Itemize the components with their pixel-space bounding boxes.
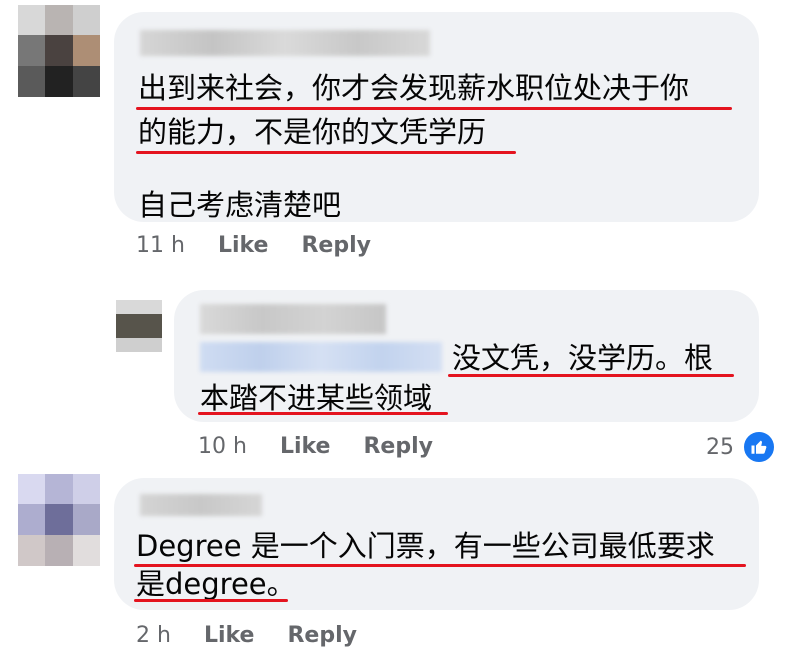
like-button[interactable]: Like (218, 233, 269, 258)
comment-text-line: 出到来社会，你才会发现薪水职位处决于你 (138, 71, 690, 105)
comment-text-line: Degree 是一个入门票，有一些公司最低要求 (136, 529, 715, 563)
comment-actions: 2 h Like Reply (136, 623, 357, 648)
mention-tag-blurred[interactable] (200, 342, 442, 372)
commenter-name-blurred[interactable] (200, 304, 386, 334)
highlight-underline (198, 412, 448, 415)
commenter-name-blurred[interactable] (140, 494, 262, 516)
reply-button[interactable]: Reply (301, 233, 371, 258)
comment-text-line: 自己考虑清楚吧 (138, 188, 342, 222)
comment-actions: 11 h Like Reply (136, 233, 371, 258)
comment-text-line: 没文凭，没学历。根 (452, 341, 714, 375)
highlight-underline (134, 599, 288, 602)
comment-actions: 10 h Like Reply (198, 434, 433, 459)
reaction-summary[interactable]: 25 (706, 430, 776, 464)
comment-bubble: 没文凭，没学历。根 本踏不进某些领域 (174, 290, 759, 422)
timestamp[interactable]: 11 h (136, 233, 185, 258)
comment-bubble: 出到来社会，你才会发现薪水职位处决于你 的能力，不是你的文凭学历 自己考虑清楚吧 (114, 12, 759, 222)
avatar[interactable] (18, 474, 100, 566)
highlight-underline (136, 107, 732, 110)
comment-bubble: Degree 是一个入门票，有一些公司最低要求 是degree。 (114, 478, 759, 610)
reply-button[interactable]: Reply (363, 434, 433, 459)
reply-button[interactable]: Reply (287, 623, 357, 648)
timestamp[interactable]: 2 h (136, 623, 171, 648)
timestamp[interactable]: 10 h (198, 434, 247, 459)
highlight-underline (448, 374, 734, 377)
commenter-name-blurred[interactable] (140, 30, 430, 56)
comment-text-line: 是degree。 (136, 567, 296, 601)
highlight-underline (136, 151, 516, 154)
avatar[interactable] (18, 5, 100, 97)
comment-text-line: 的能力，不是你的文凭学历 (138, 115, 487, 149)
like-button[interactable]: Like (280, 434, 331, 459)
like-button[interactable]: Like (204, 623, 255, 648)
avatar[interactable] (116, 300, 162, 352)
thumbs-up-icon (742, 430, 776, 464)
reaction-count: 25 (706, 434, 734, 460)
